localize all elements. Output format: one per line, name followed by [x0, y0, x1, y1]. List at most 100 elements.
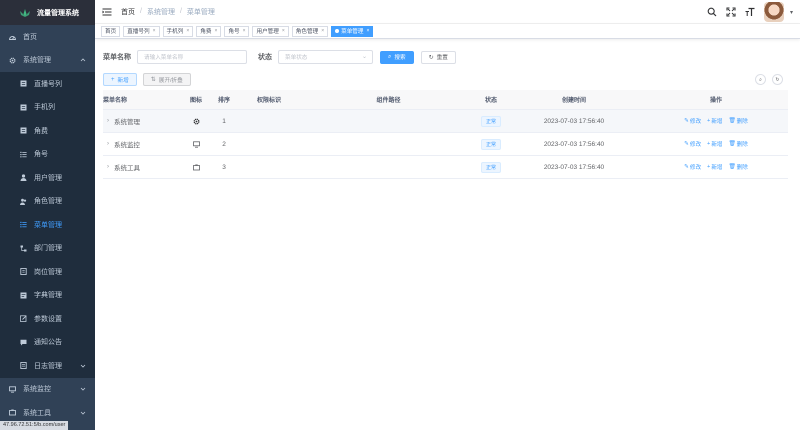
hamburger-icon[interactable]	[102, 7, 112, 17]
breadcrumb-current: 菜单管理	[186, 8, 215, 16]
expand-icon[interactable]: ›	[107, 141, 109, 147]
add-button[interactable]: + 新增	[103, 73, 137, 86]
logo[interactable]: 流量管理系统	[0, 0, 95, 25]
add-label: 新增	[711, 119, 723, 125]
expand-icon[interactable]: ›	[107, 118, 109, 124]
expand-icon[interactable]: ›	[107, 164, 109, 170]
sidebar-item-live-list[interactable]: 直播号列	[0, 72, 95, 96]
sidebar-item-label: 系统工具	[23, 409, 51, 417]
sidebar-item-label: 岗位管理	[34, 268, 62, 276]
edit-icon	[20, 315, 27, 323]
menu-name: 系统监控	[114, 142, 140, 149]
status-cell: 正常	[478, 161, 504, 173]
delete-button[interactable]: 🗑 删除	[729, 117, 748, 125]
delete-label: 删除	[736, 119, 748, 125]
table-row[interactable]: › 系统管理 1 正常 2023-07-03 17:56:40 ✎ 修改 + 新增 …	[103, 110, 788, 133]
sidebar-item-phone-list[interactable]: 手机列	[0, 95, 95, 119]
table-row[interactable]: › 系统监控 2 正常 2023-07-03 17:56:40 ✎ 修改 + 新增 …	[103, 133, 788, 156]
money-icon	[20, 127, 27, 134]
expand-collapse-button[interactable]: ⇅ 展开/折叠	[142, 73, 191, 86]
created-cell: 2023-07-03 17:56:40	[543, 163, 605, 171]
tag-roles[interactable]: 角色管理 ×	[291, 25, 329, 37]
main-content: 菜单名称 请输入菜单名称 状态 菜单状态 ⌄ ⌕ 搜索 ↻ 重置 + 新增 ⇅ …	[95, 39, 800, 430]
tag-menus[interactable]: 菜单管理 ×	[331, 25, 374, 37]
tag-number[interactable]: 角号 ×	[224, 25, 250, 37]
close-icon[interactable]: ×	[321, 28, 324, 34]
add-child-button[interactable]: + 新增	[707, 117, 722, 125]
column-header: 图标	[189, 98, 202, 104]
post-icon	[20, 268, 27, 276]
edit-button[interactable]: ✎ 修改	[684, 117, 701, 125]
sidebar-item-depts[interactable]: 部门管理	[0, 236, 95, 260]
search-button[interactable]: ⌕ 搜索	[380, 50, 414, 64]
add-child-button[interactable]: + 新增	[707, 163, 722, 171]
sidebar-item-monitor[interactable]: 系统监控	[0, 377, 95, 401]
sidebar-item-users[interactable]: 用户管理	[0, 166, 95, 190]
tag-label: 菜单管理	[341, 29, 364, 35]
icon-cell	[183, 140, 209, 148]
created-cell: 2023-07-03 17:56:40	[543, 117, 605, 125]
add-child-button[interactable]: + 新增	[707, 140, 722, 148]
close-icon[interactable]: ×	[214, 28, 217, 34]
sidebar-item-roles[interactable]: 角色管理	[0, 189, 95, 213]
delete-button[interactable]: 🗑 删除	[729, 140, 748, 148]
tag-label: 角色管理	[295, 29, 319, 35]
sidebar-item-posts[interactable]: 岗位管理	[0, 260, 95, 284]
avatar[interactable]	[763, 2, 784, 22]
sidebar-item-label: 系统管理	[23, 57, 51, 65]
search-icon[interactable]	[707, 7, 717, 17]
toolbar: + 新增 ⇅ 展开/折叠	[103, 73, 191, 86]
breadcrumb: 首页 / 系统管理 / 菜单管理	[121, 7, 215, 17]
table-row[interactable]: › 系统工具 3 正常 2023-07-03 17:56:40 ✎ 修改 + 新增 …	[103, 156, 788, 179]
reset-button-label: 重置	[436, 55, 448, 61]
plus-icon: +	[111, 76, 115, 83]
menu-name-input[interactable]: 请输入菜单名称	[137, 50, 247, 64]
close-icon[interactable]: ×	[367, 28, 370, 34]
tag-home[interactable]: 首页	[101, 25, 121, 37]
chevron-down-icon: ⌄	[361, 54, 367, 60]
tool-icon	[192, 164, 200, 170]
gear-icon	[9, 57, 16, 64]
dashboard-icon	[9, 33, 16, 41]
edit-label: 修改	[689, 119, 702, 125]
sidebar-item-label: 角号	[34, 151, 48, 159]
reset-button[interactable]: ↻ 重置	[420, 50, 456, 64]
breadcrumb-separator: /	[179, 8, 182, 15]
sidebar-item-dicts[interactable]: 字典管理	[0, 283, 95, 307]
chevron-down-icon	[80, 411, 86, 415]
delete-button[interactable]: 🗑 删除	[729, 163, 748, 171]
tag-label: 手机列	[166, 29, 184, 35]
close-icon[interactable]: ×	[282, 28, 285, 34]
tag-users[interactable]: 用户管理 ×	[252, 25, 289, 37]
close-icon[interactable]: ×	[243, 28, 246, 34]
edit-button[interactable]: ✎ 修改	[684, 140, 701, 148]
menu-table: 菜单名称 图标 排序 权限标识 组件路径 状态 创建时间 操作 › 系统管理 1…	[103, 90, 788, 179]
sidebar-item-home[interactable]: 首页	[0, 25, 95, 49]
fullscreen-icon[interactable]	[726, 7, 736, 17]
close-icon[interactable]: ×	[186, 28, 189, 34]
sidebar-item-menus[interactable]: 菜单管理	[0, 213, 95, 237]
sidebar-item-notices[interactable]: 通知公告	[0, 330, 95, 354]
breadcrumb-home[interactable]: 首页	[121, 7, 135, 17]
refresh-icon[interactable]: ↻	[772, 74, 783, 85]
close-icon[interactable]: ×	[153, 28, 156, 34]
menu-name: 系统工具	[114, 165, 140, 172]
tag-live-list[interactable]: 直播号列 ×	[123, 25, 160, 37]
sidebar-item-number[interactable]: 角号	[0, 142, 95, 166]
caret-down-icon[interactable]: ▾	[790, 9, 793, 16]
sidebar-item-logs[interactable]: 日志管理	[0, 354, 95, 378]
chevron-up-icon	[80, 58, 86, 62]
status-select[interactable]: 菜单状态 ⌄	[278, 50, 373, 64]
tag-fee[interactable]: 角费 ×	[196, 25, 222, 37]
menu-name: 系统管理	[114, 119, 140, 126]
font-size-icon[interactable]	[745, 7, 755, 17]
dict-icon	[20, 292, 27, 299]
logo-icon	[20, 8, 30, 17]
tag-phone-list[interactable]: 手机列 ×	[162, 25, 194, 37]
sidebar-item-params[interactable]: 参数设置	[0, 307, 95, 331]
plus-icon: +	[707, 164, 711, 170]
sidebar-item-fee[interactable]: 角费	[0, 119, 95, 143]
edit-button[interactable]: ✎ 修改	[684, 163, 701, 171]
search-toggle-icon[interactable]: ⌕	[755, 74, 766, 85]
sidebar-item-system[interactable]: 系统管理	[0, 48, 95, 72]
